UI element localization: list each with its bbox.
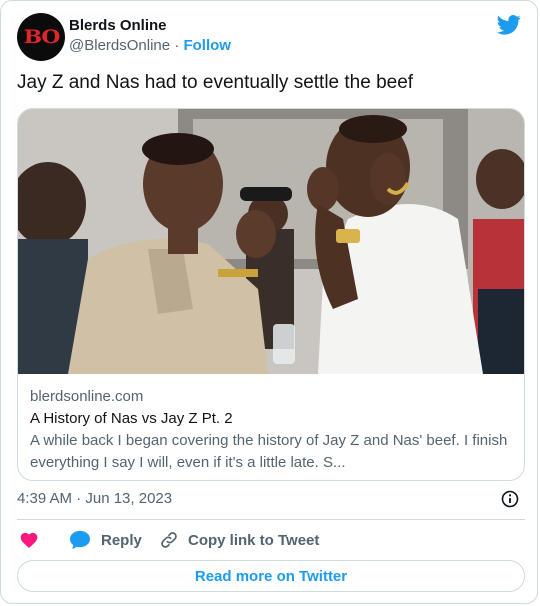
card-title: A History of Nas vs Jay Z Pt. 2 bbox=[30, 410, 233, 427]
heart-icon bbox=[20, 532, 38, 548]
author-handle-row: @BlerdsOnline · Follow bbox=[69, 37, 231, 55]
twitter-bird-icon[interactable] bbox=[497, 14, 521, 36]
card-domain: blerdsonline.com bbox=[30, 388, 144, 405]
divider bbox=[17, 519, 525, 520]
tweet-timestamp[interactable]: 4:39 AM · Jun 13, 2023 bbox=[17, 490, 172, 508]
tweet-text: Jay Z and Nas had to eventually settle t… bbox=[17, 72, 414, 93]
copy-link-button[interactable]: Copy link to Tweet bbox=[159, 529, 319, 551]
link-preview-card[interactable]: blerdsonline.com A History of Nas vs Jay… bbox=[17, 108, 525, 481]
reply-button[interactable]: Reply bbox=[69, 529, 142, 551]
avatar-logo: BO bbox=[23, 26, 60, 48]
author-display-name[interactable]: Blerds Online bbox=[69, 17, 167, 35]
separator-dot: · bbox=[174, 37, 180, 54]
reply-bubble-icon bbox=[70, 530, 90, 550]
info-icon[interactable] bbox=[501, 490, 519, 508]
author-handle[interactable]: @BlerdsOnline bbox=[69, 37, 170, 54]
link-icon bbox=[161, 532, 177, 548]
like-button[interactable] bbox=[19, 529, 39, 551]
tweet-actions: Reply Copy link to Tweet bbox=[17, 529, 525, 551]
avatar[interactable]: BO bbox=[17, 13, 65, 61]
reply-label: Reply bbox=[101, 531, 142, 549]
read-more-button[interactable]: Read more on Twitter bbox=[17, 560, 525, 592]
embedded-tweet: BO Blerds Online @BlerdsOnline · Follow … bbox=[0, 0, 538, 604]
article-photo bbox=[18, 109, 524, 374]
copy-link-label: Copy link to Tweet bbox=[188, 531, 320, 549]
follow-link[interactable]: Follow bbox=[183, 37, 231, 54]
card-description: A while back I began covering the histor… bbox=[30, 432, 508, 471]
